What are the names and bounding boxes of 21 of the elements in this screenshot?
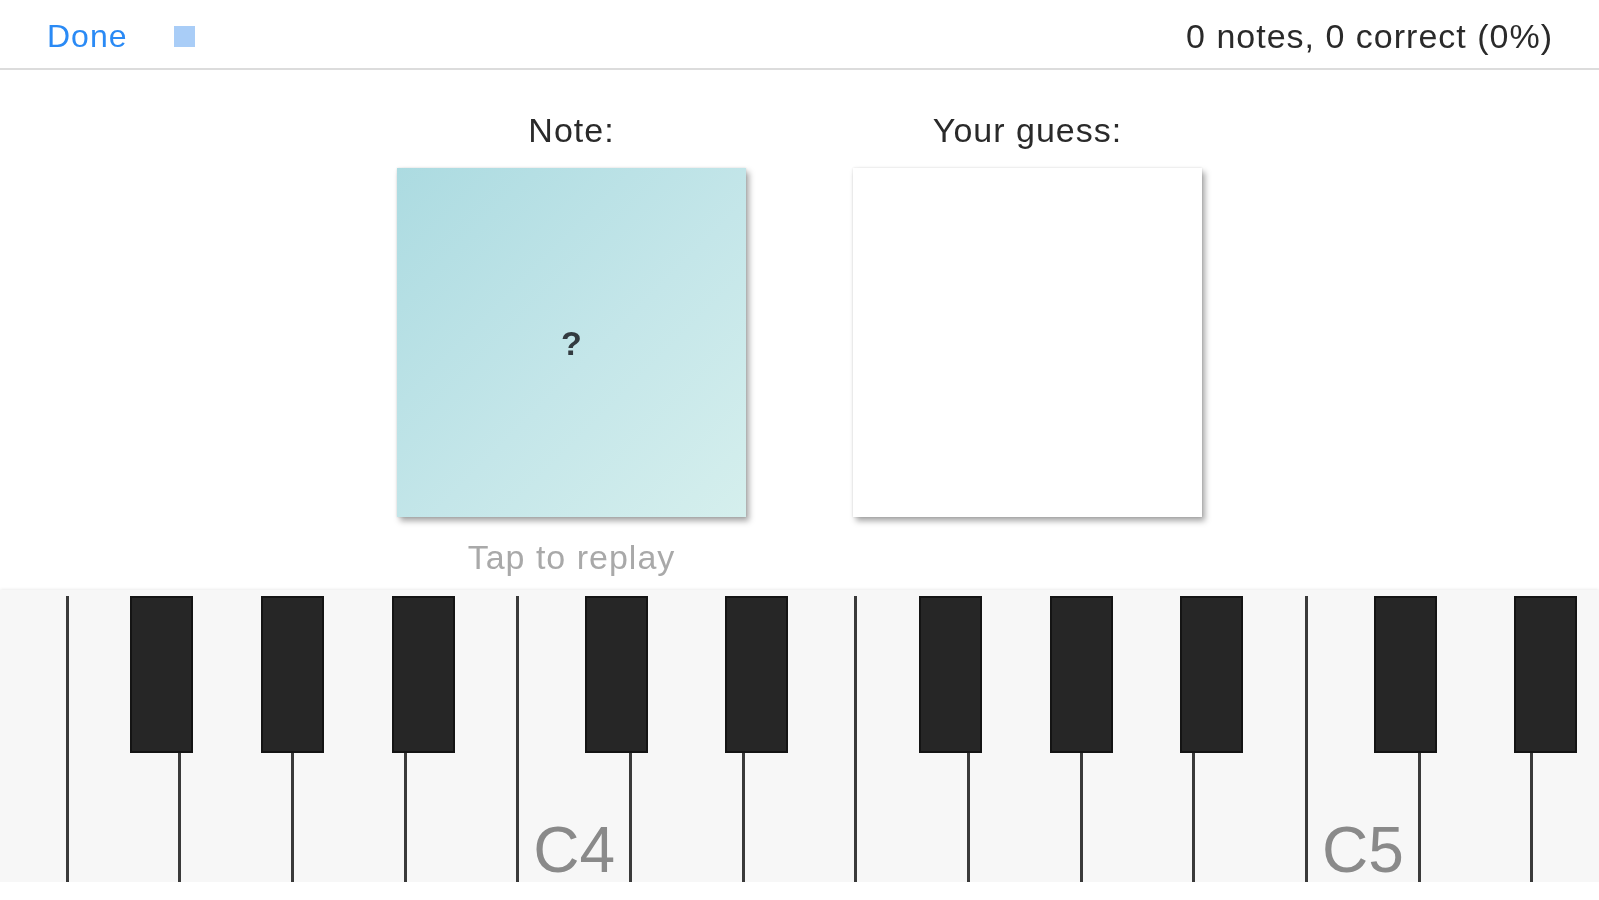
sharp-key[interactable] — [1374, 596, 1438, 753]
key-label: C4 — [533, 818, 616, 882]
sharp-key[interactable] — [130, 596, 194, 753]
sharp-key[interactable] — [260, 596, 324, 753]
replay-hint: Tap to replay — [467, 537, 676, 577]
sharp-key[interactable] — [1180, 596, 1244, 753]
guess-label: Your guess: — [932, 110, 1123, 150]
score-text: 0 notes, 0 correct (0%) — [1186, 16, 1553, 56]
sharp-key[interactable] — [725, 596, 789, 753]
note-card[interactable]: ? — [397, 168, 746, 517]
sharp-key[interactable] — [1513, 596, 1577, 753]
key-label: C5 — [1322, 818, 1404, 882]
done-button[interactable]: Done — [47, 17, 128, 55]
natural-key[interactable] — [1533, 755, 1599, 882]
note-label: Note: — [528, 110, 615, 150]
natural-key[interactable] — [0, 755, 66, 882]
sharp-key[interactable] — [391, 596, 455, 753]
sharp-key[interactable] — [1049, 596, 1113, 753]
sharp-key[interactable] — [585, 596, 649, 753]
note-value-text: ? — [561, 323, 582, 362]
sharp-key[interactable] — [919, 596, 983, 753]
